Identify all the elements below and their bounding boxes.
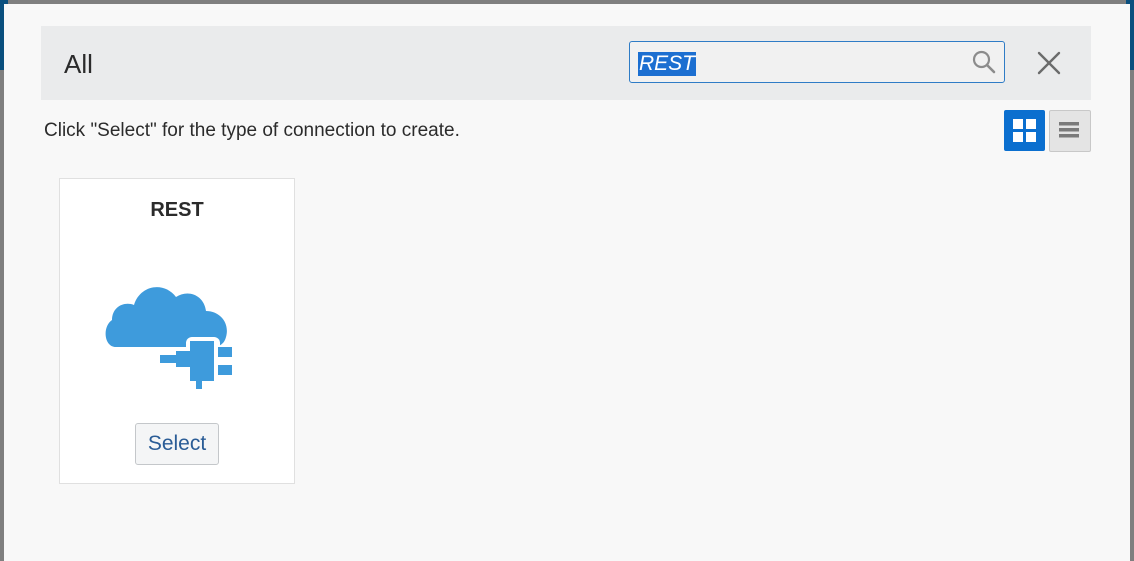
instructions-text: Click "Select" for the type of connectio… xyxy=(44,120,460,141)
grid-view-icon xyxy=(1013,119,1036,142)
dialog-header: All REST xyxy=(41,26,1091,100)
connection-type-dialog: All REST Click "Select" for the type of … xyxy=(4,4,1130,561)
connection-card-rest: REST Select xyxy=(59,178,295,484)
grid-view-button[interactable] xyxy=(1004,110,1045,151)
list-view-button[interactable] xyxy=(1049,110,1091,152)
select-button[interactable]: Select xyxy=(135,423,219,465)
list-view-icon xyxy=(1059,122,1079,138)
card-title: REST xyxy=(150,199,204,221)
close-icon[interactable] xyxy=(1032,46,1066,80)
search-value[interactable]: REST xyxy=(638,52,697,76)
search-icon[interactable] xyxy=(971,49,997,75)
filter-title: All xyxy=(64,49,93,79)
cloud-plug-icon xyxy=(105,287,232,389)
search-input[interactable]: REST xyxy=(629,41,1005,83)
